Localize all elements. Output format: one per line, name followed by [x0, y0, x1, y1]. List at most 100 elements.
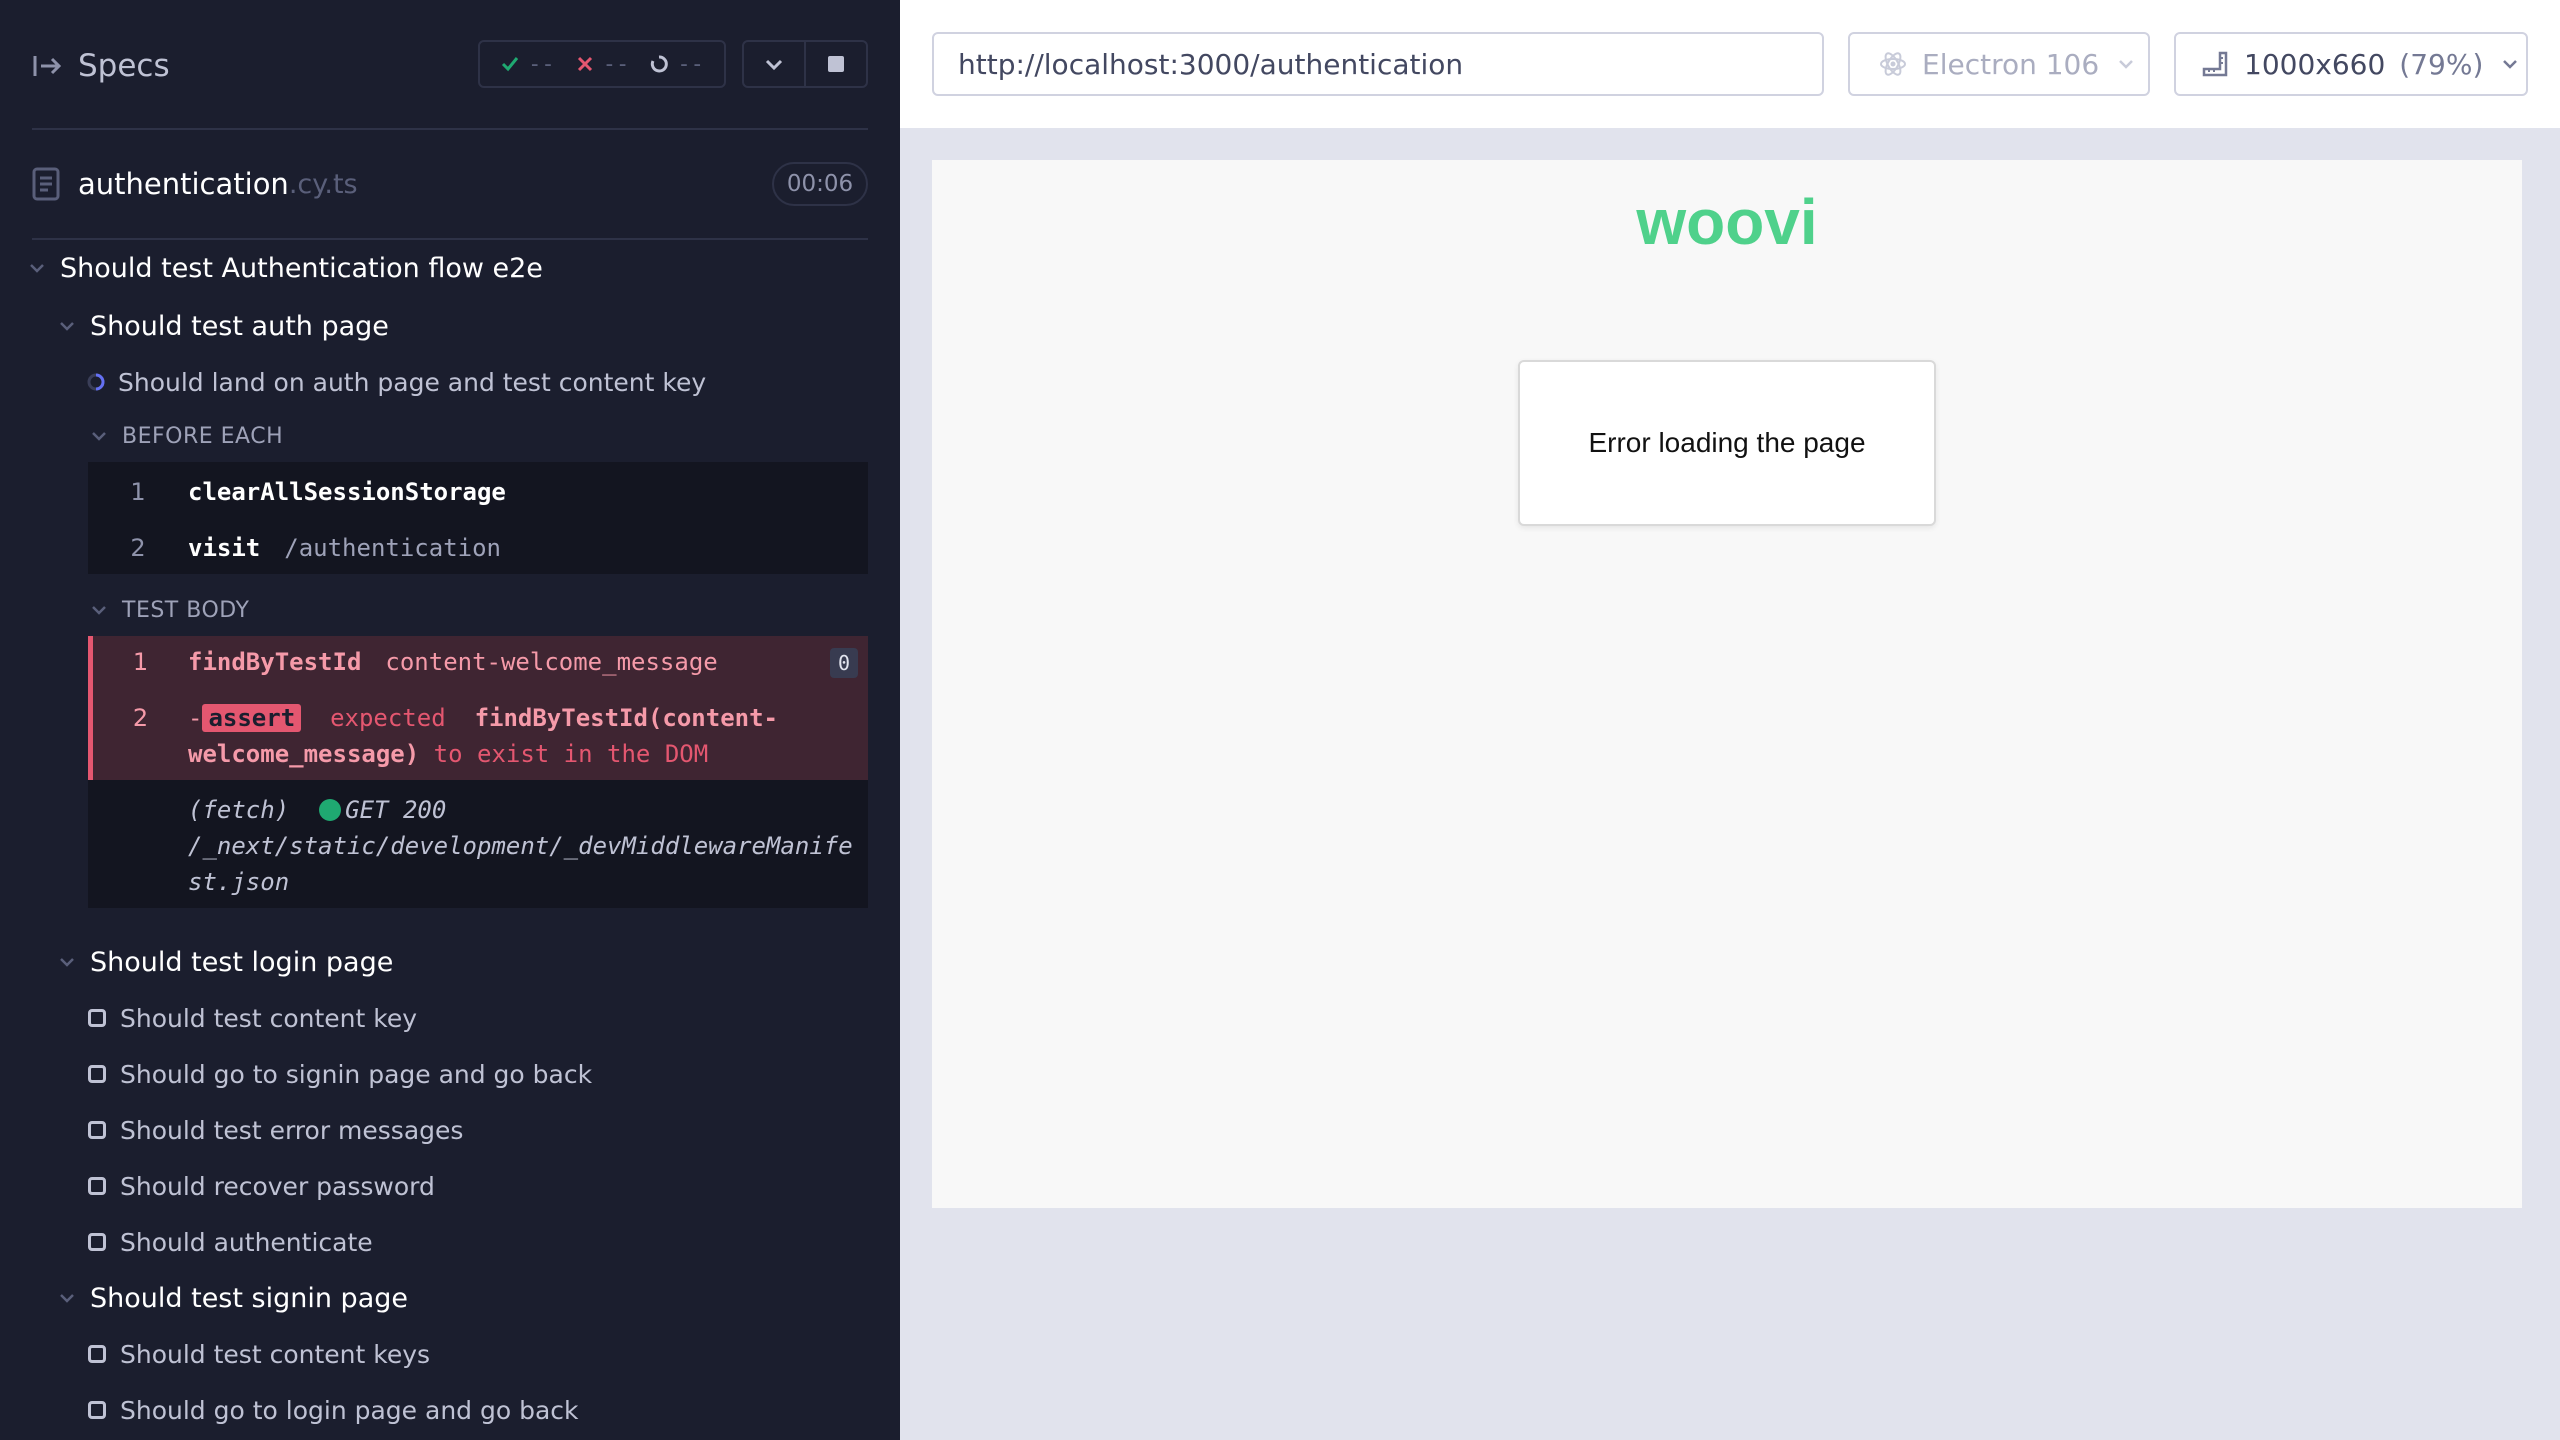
ruler-icon — [2202, 51, 2228, 77]
test-title: Should go to login page and go back — [120, 1395, 579, 1425]
failing-commands: 1 findByTestId content-welcome_message 0… — [88, 636, 868, 780]
test-pending-icon — [88, 1345, 106, 1363]
element-count-badge: 0 — [830, 648, 858, 678]
chevron-down-icon — [92, 606, 106, 615]
test-pending-icon — [88, 1233, 106, 1251]
chevron-down-icon — [60, 1294, 74, 1303]
fetch-log[interactable]: (fetch) GET 200 /_next/static/development… — [88, 780, 868, 908]
error-message: Error loading the page — [1588, 427, 1866, 458]
failed-stat: -- — [575, 51, 630, 77]
collapse-button[interactable] — [744, 42, 806, 86]
reporter-header: Specs -- -- -- — [0, 0, 900, 130]
test-item[interactable]: Should test content keys — [88, 1334, 430, 1374]
viewport-scale: (79%) — [2399, 47, 2484, 81]
x-icon — [577, 56, 592, 72]
chevron-down-icon — [2503, 60, 2518, 69]
pending-count: -- — [677, 51, 704, 77]
spec-header: authentication .cy.ts 00:06 — [32, 160, 868, 208]
command-row-failed[interactable]: 1 findByTestId content-welcome_message — [93, 644, 868, 680]
suite-login[interactable]: Should test login page — [58, 942, 393, 982]
suite-auth[interactable]: Should test auth page — [58, 306, 389, 346]
fetch-path: /_next/static/development/_devMiddleware… — [188, 832, 853, 896]
suite-signin[interactable]: Should test signin page — [58, 1278, 408, 1318]
app-under-test-frame[interactable]: woovi Error loading the page — [932, 160, 2522, 1208]
suite-title: Should test auth page — [90, 310, 389, 342]
chevron-down-icon — [60, 322, 74, 331]
test-body-hook[interactable]: TEST BODY — [90, 590, 249, 630]
document-icon — [32, 167, 60, 201]
chevron-down-icon — [92, 432, 106, 441]
check-icon — [502, 57, 519, 72]
assert-expected: expected — [330, 704, 446, 732]
url-text: http://localhost:3000/authentication — [958, 47, 1464, 81]
passed-stat: -- — [500, 52, 555, 77]
fetch-status: GET 200 — [345, 796, 447, 824]
status-success-icon — [319, 799, 342, 821]
chevron-down-icon — [60, 958, 74, 967]
test-title: Should test content key — [120, 1003, 417, 1033]
browser-selector[interactable]: Electron 106 — [1848, 32, 2150, 96]
test-title: Should authenticate — [120, 1227, 373, 1257]
command-message: content-welcome_message — [385, 648, 718, 676]
test-title: Should recover password — [120, 1171, 435, 1201]
command-name: visit — [188, 534, 261, 562]
test-pending-icon — [88, 1065, 106, 1083]
specs-button[interactable]: Specs — [32, 44, 170, 88]
test-item[interactable]: Should recover password — [88, 1166, 435, 1206]
spec-file-name: authentication — [78, 167, 289, 201]
test-item[interactable]: Should authenticate — [88, 1222, 373, 1262]
test-title: Should test content keys — [120, 1339, 431, 1369]
browser-name: Electron 106 — [1922, 47, 2100, 81]
test-item[interactable]: Should test content key — [88, 998, 417, 1038]
header-divider — [32, 128, 868, 130]
run-stats: -- -- -- — [478, 40, 726, 88]
run-controls — [742, 40, 868, 88]
test-title: Should test error messages — [120, 1115, 464, 1145]
test-running[interactable]: Should land on auth page and test conten… — [86, 362, 706, 402]
hook-title: BEFORE EACH — [122, 423, 284, 449]
command-number: 1 — [132, 648, 149, 676]
chevron-down-icon — [2119, 60, 2134, 69]
assert-rest: to exist in the DOM — [433, 740, 709, 768]
before-each-commands: 1 clearAllSessionStorage 2 visit /authen… — [88, 462, 868, 574]
fetch-label: (fetch) — [188, 796, 290, 824]
hook-title: TEST BODY — [122, 597, 250, 623]
command-message: /authentication — [284, 534, 501, 562]
failed-count: -- — [602, 51, 630, 77]
error-card: Error loading the page — [1518, 360, 1936, 526]
test-item[interactable]: Should go to signin page and go back — [88, 1054, 592, 1094]
logo-text: woovi — [1635, 192, 1817, 258]
command-number: 1 — [130, 478, 146, 506]
test-pending-icon — [88, 1401, 106, 1419]
spec-divider — [32, 238, 868, 240]
passed-count: -- — [528, 51, 555, 77]
before-each-hook[interactable]: BEFORE EACH — [90, 416, 283, 456]
command-row[interactable]: 1 clearAllSessionStorage — [88, 474, 868, 510]
command-number: 2 — [130, 534, 146, 562]
test-item[interactable]: Should go to login page and go back — [88, 1390, 579, 1430]
viewport-size: 1000x660 — [2244, 47, 2386, 81]
pending-icon — [651, 55, 669, 73]
woovi-logo: woovi — [1635, 192, 1817, 258]
fetch-text: (fetch) GET 200 /_next/static/development… — [188, 792, 858, 900]
command-name: clearAllSessionStorage — [188, 478, 506, 506]
test-item[interactable]: Should test error messages — [88, 1110, 463, 1150]
test-pending-icon — [88, 1177, 106, 1195]
assert-tag: assert — [202, 704, 302, 732]
stop-button[interactable] — [806, 42, 866, 86]
url-bar[interactable]: http://localhost:3000/authentication — [932, 32, 1824, 96]
suite-title: Should test Authentication flow e2e — [60, 252, 543, 284]
specs-label: Specs — [78, 48, 170, 84]
running-spinner-icon — [87, 373, 105, 391]
viewport-selector[interactable]: 1000x660 (79%) — [2174, 32, 2528, 96]
suite-root[interactable]: Should test Authentication flow e2e — [28, 248, 543, 288]
pending-stat: -- — [649, 52, 704, 77]
spec-file-ext: .cy.ts — [288, 168, 358, 200]
spec-duration: 00:06 — [772, 162, 868, 206]
chevron-down-icon — [30, 264, 44, 273]
command-row[interactable]: 2 visit /authentication — [88, 530, 868, 566]
test-pending-icon — [88, 1009, 106, 1027]
electron-icon — [1880, 52, 1906, 76]
test-title: Should go to signin page and go back — [120, 1059, 593, 1089]
command-number: 2 — [132, 704, 149, 732]
